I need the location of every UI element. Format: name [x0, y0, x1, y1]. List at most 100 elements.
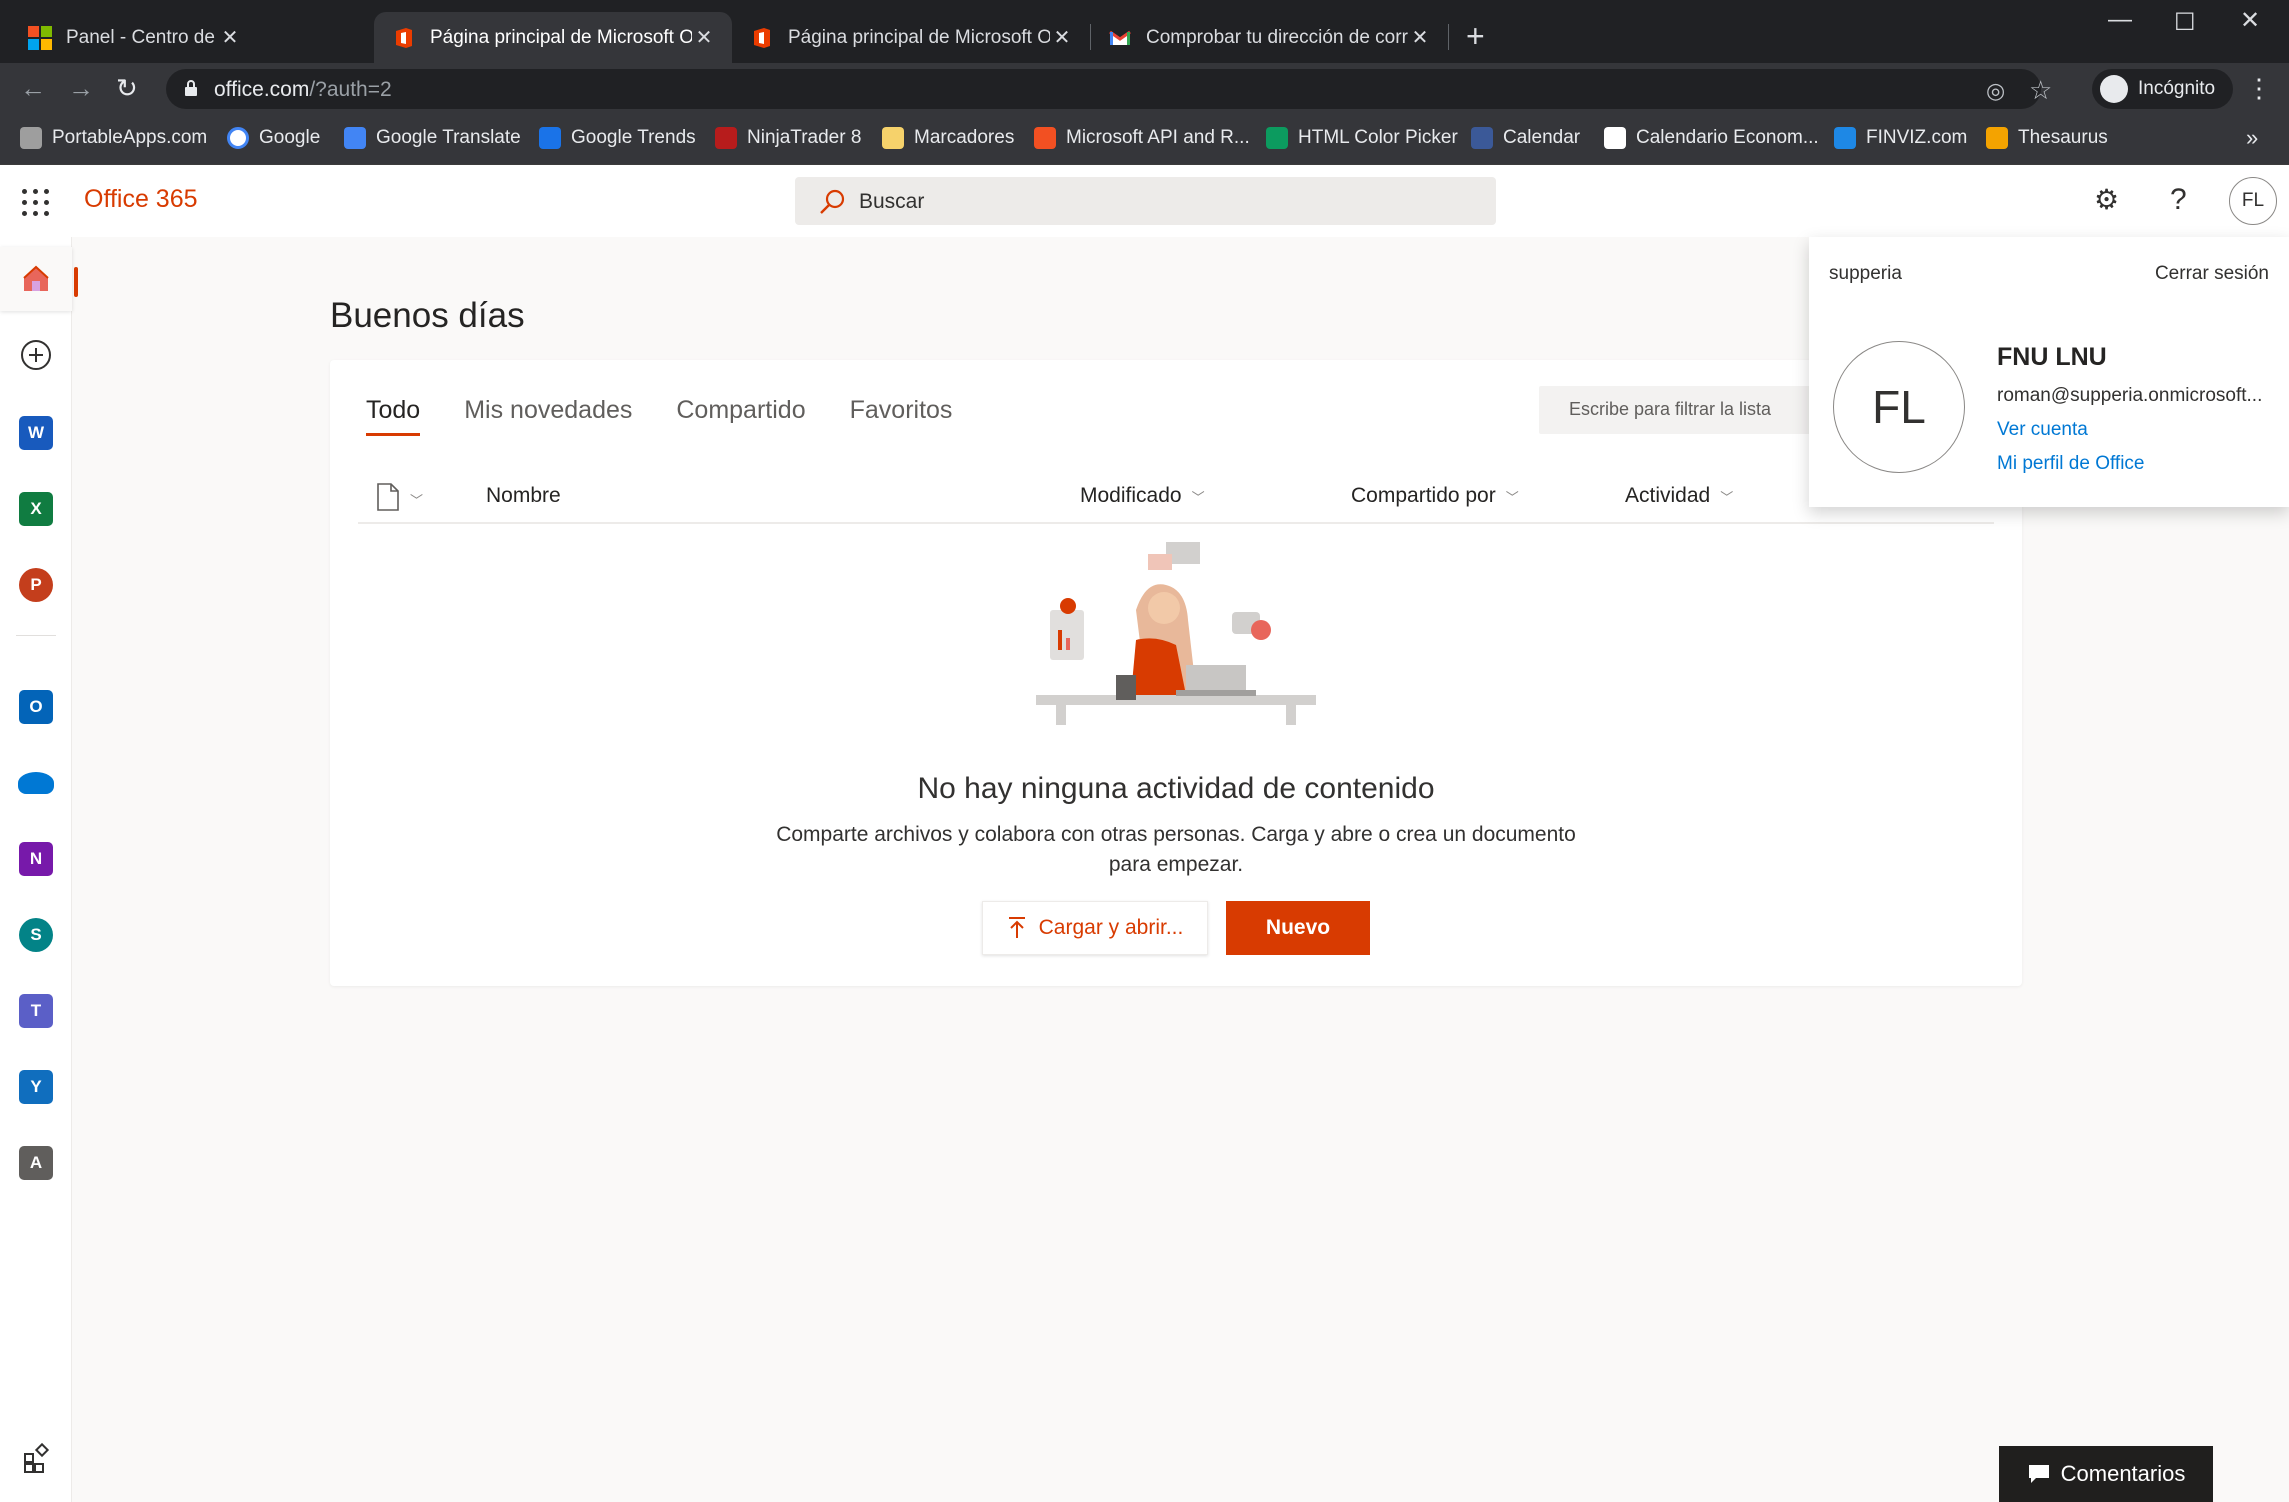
file-type-icon[interactable]: [376, 482, 400, 512]
chevron-down-icon: ﹀: [1191, 489, 1205, 505]
bookmark-label: PortableApps.com: [52, 127, 208, 148]
rail-item-home[interactable]: [0, 247, 78, 311]
bookmark-label: Calendario Econom...: [1636, 127, 1819, 148]
minimize-icon[interactable]: —: [2108, 6, 2132, 34]
help-icon[interactable]: ?: [2170, 183, 2187, 217]
column-actividad[interactable]: Actividad ﹀: [1625, 484, 1733, 508]
word-icon: W: [19, 416, 53, 450]
onedrive-icon: [18, 772, 54, 794]
rail-item-excel[interactable]: X: [0, 477, 72, 541]
bookmark-item[interactable]: HTML Color Picker: [1266, 127, 1458, 149]
column-modificado[interactable]: Modificado ﹀: [1080, 484, 1205, 508]
bookmark-item[interactable]: NinjaTrader 8: [715, 127, 861, 149]
close-icon[interactable]: ✕: [1050, 25, 1074, 50]
tab-compartido[interactable]: Compartido: [676, 396, 805, 436]
bookmark-favicon-icon: [20, 127, 42, 149]
bookmark-item[interactable]: Microsoft API and R...: [1034, 127, 1250, 149]
address-bar[interactable]: office.com/?auth=2 ◎ ☆: [166, 69, 2052, 109]
forward-arrow-icon[interactable]: →: [68, 73, 94, 104]
office-logo-icon: [396, 27, 412, 48]
search-box[interactable]: Buscar: [795, 177, 1496, 225]
tab-title: Página principal de Microsoft Offi: [788, 26, 1050, 48]
new-button[interactable]: Nuevo: [1226, 901, 1370, 955]
back-arrow-icon[interactable]: ←: [20, 73, 46, 104]
outlook-icon: O: [19, 690, 53, 724]
bookmark-item[interactable]: Google: [227, 127, 320, 149]
bookmarks-bar: PortableApps.com Google Google Translate Go…: [0, 115, 2289, 165]
rail-item-outlook[interactable]: O: [0, 675, 72, 739]
bookmark-label: Google: [259, 127, 321, 148]
office-profile-link[interactable]: Mi perfil de Office: [1997, 453, 2144, 475]
feedback-button[interactable]: Comentarios: [1999, 1446, 2213, 1502]
tab-favoritos[interactable]: Favoritos: [850, 396, 953, 436]
bookmark-item[interactable]: FINVIZ.com: [1834, 127, 1967, 149]
bookmark-item[interactable]: PortableApps.com: [20, 127, 207, 149]
upload-open-button[interactable]: Cargar y abrir...: [982, 901, 1208, 955]
rail-item-admin[interactable]: A: [0, 1131, 72, 1195]
url-path: /?auth=2: [309, 78, 392, 101]
rail-item-create[interactable]: [0, 323, 72, 387]
bookmark-item[interactable]: Marcadores: [882, 127, 1014, 149]
bookmark-item[interactable]: Google Translate: [344, 127, 521, 149]
view-account-link[interactable]: Ver cuenta: [1997, 419, 2088, 441]
star-icon[interactable]: ☆: [2029, 75, 2052, 106]
rail-divider: [16, 635, 56, 636]
eye-slash-icon[interactable]: ◎: [1986, 78, 2005, 104]
office-header: Office 365 Buscar ⚙ ? FL: [0, 165, 2289, 237]
powerpoint-icon: P: [19, 568, 53, 602]
feedback-label: Comentarios: [2060, 1461, 2186, 1486]
reload-icon[interactable]: ↻: [116, 73, 138, 104]
bookmark-item[interactable]: Google Trends: [539, 127, 696, 149]
close-icon[interactable]: ✕: [1408, 25, 1432, 50]
new-tab-button[interactable]: +: [1466, 18, 1485, 55]
office-brand[interactable]: Office 365: [84, 185, 198, 214]
bookmark-item[interactable]: Calendar: [1471, 127, 1580, 149]
tab-todo[interactable]: Todo: [366, 396, 421, 436]
add-circle-icon: [21, 340, 51, 370]
bookmark-favicon-icon: [1266, 127, 1288, 149]
maximize-icon[interactable]: ☐: [2174, 8, 2196, 37]
bookmark-label: NinjaTrader 8: [747, 127, 862, 148]
close-icon[interactable]: ✕: [218, 25, 242, 50]
user-email: roman@supperia.onmicrosoft...: [1997, 385, 2263, 406]
filter-input[interactable]: Escribe para filtrar la lista: [1539, 386, 1839, 434]
browser-tab-3[interactable]: Página principal de Microsoft Offi ✕: [732, 12, 1090, 63]
search-placeholder: Buscar: [859, 190, 925, 213]
rail-item-yammer[interactable]: Y: [0, 1055, 72, 1119]
gmail-icon: [1109, 30, 1131, 45]
column-compartido-por[interactable]: Compartido por ﹀: [1351, 484, 1519, 508]
sign-out-link[interactable]: Cerrar sesión: [2155, 263, 2269, 285]
bookmark-item[interactable]: Calendario Econom...: [1604, 127, 1819, 149]
app-launcher-icon[interactable]: [22, 189, 50, 217]
avatar[interactable]: FL: [2229, 177, 2277, 225]
bookmark-favicon-icon: [344, 127, 366, 149]
account-panel: supperia Cerrar sesión FL FNU LNU roman@…: [1809, 237, 2289, 507]
chevron-down-icon: ﹀: [1720, 489, 1734, 505]
incognito-icon: [2100, 75, 2128, 103]
browser-tab-strip: Panel - Centro de desarrollo de M ✕ Pági…: [0, 0, 2289, 63]
incognito-indicator[interactable]: Incógnito: [2092, 69, 2234, 109]
account-avatar[interactable]: FL: [1833, 341, 1965, 473]
bookmark-label: Thesaurus: [2018, 127, 2108, 148]
gear-icon[interactable]: ⚙: [2094, 183, 2119, 216]
bookmarks-overflow-icon[interactable]: »: [2246, 125, 2258, 151]
browser-tab-2[interactable]: Página principal de Microsoft Offi ✕: [374, 12, 732, 63]
rail-item-word[interactable]: W: [0, 401, 72, 465]
tab-mis-novedades[interactable]: Mis novedades: [464, 396, 632, 436]
rail-item-onenote[interactable]: N: [0, 827, 72, 891]
browser-menu-icon[interactable]: ⋮: [2246, 73, 2272, 104]
window-close-icon[interactable]: ✕: [2240, 6, 2260, 35]
all-apps-icon[interactable]: [22, 1442, 54, 1474]
browser-tab-1[interactable]: Panel - Centro de desarrollo de M ✕: [0, 12, 258, 63]
rail-item-sharepoint[interactable]: S: [0, 903, 72, 967]
rail-item-onedrive[interactable]: [0, 751, 72, 815]
rail-item-powerpoint[interactable]: P: [0, 553, 72, 617]
column-nombre[interactable]: Nombre: [486, 484, 561, 508]
excel-icon: X: [19, 492, 53, 526]
bookmark-item[interactable]: Thesaurus: [1986, 127, 2108, 149]
tab-title: Panel - Centro de desarrollo de M: [66, 26, 218, 48]
browser-tab-4[interactable]: Comprobar tu dirección de corre ✕: [1090, 12, 1448, 63]
close-icon[interactable]: ✕: [692, 25, 716, 50]
chevron-down-icon[interactable]: ﹀: [410, 490, 423, 509]
rail-item-teams[interactable]: T: [0, 979, 72, 1043]
